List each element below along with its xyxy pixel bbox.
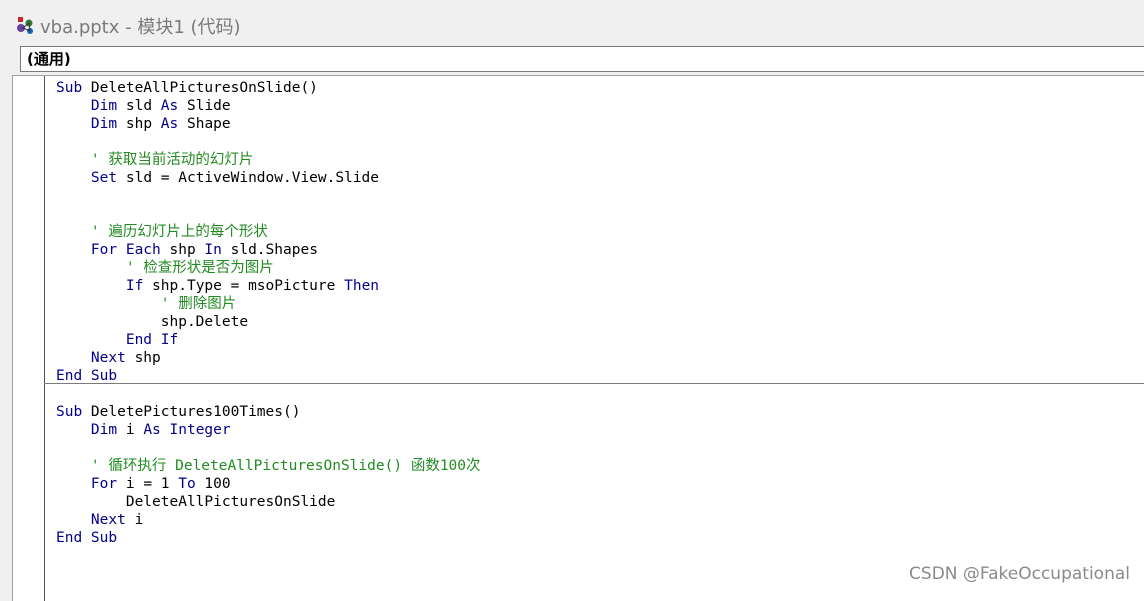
vba-module-icon <box>17 17 33 34</box>
procedure-delete-pictures-100-times[interactable]: Sub DeletePictures100Times() Dim i As In… <box>56 403 481 547</box>
code-text: shp <box>125 350 161 366</box>
code-keyword: End If <box>125 332 179 348</box>
code-comment: ' 循环执行 DeleteAllPicturesOnSlide() 函数100次 <box>90 458 481 474</box>
code-keyword: Set <box>90 170 118 186</box>
code-text: i <box>117 422 144 438</box>
code-line[interactable]: For Each shp In sld.Shapes <box>56 241 379 259</box>
code-line[interactable] <box>56 439 481 457</box>
code-line[interactable]: For i = 1 To 100 <box>56 475 481 493</box>
code-line[interactable]: Dim i As Integer <box>56 421 481 439</box>
code-line[interactable]: DeleteAllPicturesOnSlide <box>56 493 481 511</box>
code-line[interactable]: Sub DeleteAllPicturesOnSlide() <box>56 79 379 97</box>
code-line[interactable]: If shp.Type = msoPicture Then <box>56 277 379 295</box>
code-keyword: End Sub <box>56 368 118 384</box>
code-keyword: End Sub <box>56 530 118 546</box>
code-line[interactable]: Sub DeletePictures100Times() <box>56 403 481 421</box>
code-text: sld <box>117 98 161 114</box>
code-line[interactable]: Next i <box>56 511 481 529</box>
code-comment: ' 删除图片 <box>160 296 237 312</box>
code-line[interactable]: shp.Delete <box>56 313 379 331</box>
code-text: sld.Shapes <box>221 242 318 258</box>
code-keyword: Dim <box>90 116 118 132</box>
code-keyword: For Each <box>90 242 161 258</box>
code-keyword: To <box>178 476 196 492</box>
code-line[interactable]: End Sub <box>56 529 481 547</box>
watermark: CSDN @FakeOccupational <box>909 564 1130 584</box>
code-text: shp <box>160 242 205 258</box>
code-text: shp.Type = msoPicture <box>143 278 345 294</box>
code-text: DeleteAllPicturesOnSlide() <box>82 80 318 96</box>
code-text: Slide <box>178 98 231 114</box>
code-editor[interactable]: Sub DeleteAllPicturesOnSlide() Dim sld A… <box>12 75 1144 601</box>
code-text: Shape <box>178 116 231 132</box>
code-line[interactable] <box>56 205 379 223</box>
object-dropdown[interactable]: (通用) <box>20 46 1144 72</box>
code-line[interactable]: Dim shp As Shape <box>56 115 379 133</box>
procedure-delete-all-pictures[interactable]: Sub DeleteAllPicturesOnSlide() Dim sld A… <box>56 79 379 385</box>
code-keyword: As <box>160 116 179 132</box>
code-line[interactable] <box>56 133 379 151</box>
code-line[interactable]: ' 循环执行 DeleteAllPicturesOnSlide() 函数100次 <box>56 457 481 475</box>
procedure-separator <box>44 383 1144 384</box>
code-text: i <box>125 512 144 528</box>
code-text: DeletePictures100Times() <box>82 404 301 420</box>
code-line[interactable]: ' 检查形状是否为图片 <box>56 259 379 277</box>
code-line[interactable]: ' 删除图片 <box>56 295 379 313</box>
code-keyword: As Integer <box>143 422 231 438</box>
code-line[interactable]: ' 获取当前活动的幻灯片 <box>56 151 379 169</box>
code-text: 100 <box>195 476 231 492</box>
code-line[interactable]: Next shp <box>56 349 379 367</box>
window-title: vba.pptx - 模块1 (代码) <box>40 17 241 38</box>
code-keyword: If <box>125 278 144 294</box>
code-keyword: Dim <box>90 422 118 438</box>
code-keyword: Sub <box>56 80 83 96</box>
code-comment: ' 获取当前活动的幻灯片 <box>90 152 254 168</box>
code-line[interactable] <box>56 187 379 205</box>
code-comment: ' 检查形状是否为图片 <box>125 260 274 276</box>
code-keyword: Sub <box>56 404 83 420</box>
code-keyword: As <box>160 98 179 114</box>
code-keyword: Next <box>90 512 126 528</box>
code-text: shp.Delete <box>56 314 249 330</box>
code-area[interactable]: Sub DeleteAllPicturesOnSlide() Dim sld A… <box>13 76 1144 601</box>
code-keyword: Dim <box>90 98 118 114</box>
code-line[interactable]: ' 遍历幻灯片上的每个形状 <box>56 223 379 241</box>
code-keyword: In <box>204 242 222 258</box>
code-text: i = 1 <box>117 476 179 492</box>
code-text: DeleteAllPicturesOnSlide <box>56 494 336 510</box>
code-line[interactable]: Dim sld As Slide <box>56 97 379 115</box>
title-bar: vba.pptx - 模块1 (代码) <box>0 0 1144 44</box>
code-text: shp <box>117 116 161 132</box>
code-keyword: For <box>90 476 118 492</box>
code-comment: ' 遍历幻灯片上的每个形状 <box>90 224 268 240</box>
code-line[interactable]: Set sld = ActiveWindow.View.Slide <box>56 169 379 187</box>
code-keyword: Then <box>344 278 380 294</box>
code-text: sld = ActiveWindow.View.Slide <box>117 170 380 186</box>
code-line[interactable]: End If <box>56 331 379 349</box>
code-keyword: Next <box>90 350 126 366</box>
object-dropdown-value: (通用) <box>27 50 71 68</box>
